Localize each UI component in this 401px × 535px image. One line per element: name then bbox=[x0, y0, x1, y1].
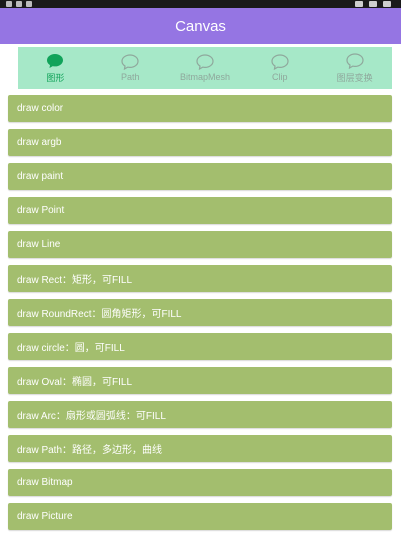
chat-bubble-icon bbox=[121, 54, 139, 70]
wifi-icon bbox=[355, 1, 363, 7]
chat-bubble-icon bbox=[47, 53, 64, 68]
chat-bubble-icon bbox=[271, 54, 289, 70]
battery-icon bbox=[383, 1, 391, 7]
tab-bar: 图形 Path BitmapMesh Clip 图层变换 bbox=[18, 47, 392, 89]
tab-layer-transform[interactable]: 图层变换 bbox=[317, 52, 392, 84]
list-item[interactable]: draw color bbox=[8, 95, 392, 122]
list-item[interactable]: draw Arc：扇形或圆弧线：可FILL bbox=[8, 401, 392, 428]
list-item[interactable]: draw Picture bbox=[8, 503, 392, 530]
list-item[interactable]: draw argb bbox=[8, 129, 392, 156]
tab-label: Path bbox=[120, 72, 140, 82]
status-icons bbox=[355, 0, 391, 8]
list-item[interactable]: draw circle：圆，可FILL bbox=[8, 333, 392, 360]
list-item[interactable]: draw paint bbox=[8, 163, 392, 190]
draw-methods-list: draw color draw argb draw paint draw Poi… bbox=[0, 95, 401, 535]
list-item[interactable]: draw Path：路径，多边形，曲线 bbox=[8, 435, 392, 462]
notification-icon bbox=[6, 1, 12, 7]
tab-label: Clip bbox=[272, 72, 288, 82]
chat-bubble-icon bbox=[345, 52, 364, 69]
tab-clip[interactable]: Clip bbox=[242, 54, 317, 82]
tab-label: BitmapMesh bbox=[179, 72, 230, 82]
list-item[interactable]: draw RoundRect：圆角矩形，可FILL bbox=[8, 299, 392, 326]
tab-shapes[interactable]: 图形 bbox=[18, 53, 93, 84]
app-bar: Canvas bbox=[0, 8, 401, 44]
chat-bubble-icon bbox=[196, 54, 214, 70]
list-item[interactable]: draw Oval：椭圆，可FILL bbox=[8, 367, 392, 394]
notification-icon bbox=[26, 1, 32, 7]
list-item[interactable]: draw Rect：矩形，可FILL bbox=[8, 265, 392, 292]
tab-bitmapmesh[interactable]: BitmapMesh bbox=[168, 54, 243, 82]
notification-icon bbox=[16, 1, 22, 7]
list-item[interactable]: draw Line bbox=[8, 231, 392, 258]
tab-label: 图层变换 bbox=[336, 72, 373, 83]
list-item[interactable]: draw Bitmap bbox=[8, 469, 392, 496]
list-item[interactable]: draw Point bbox=[8, 197, 392, 224]
signal-icon bbox=[369, 1, 377, 7]
page-title: Canvas bbox=[175, 17, 226, 35]
status-bar bbox=[0, 0, 401, 8]
tab-path[interactable]: Path bbox=[93, 54, 168, 82]
notification-icons bbox=[6, 1, 32, 7]
tab-label: 图形 bbox=[46, 72, 65, 83]
